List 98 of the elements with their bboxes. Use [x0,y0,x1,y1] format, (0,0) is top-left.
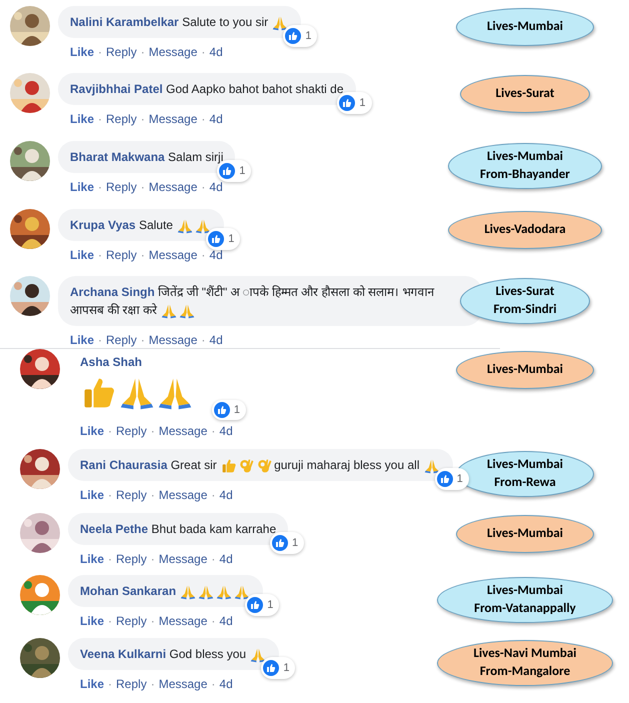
praying-hands-icon [195,218,212,234]
reaction-count[interactable]: 1 [434,468,469,490]
comment-author[interactable]: Krupa Vyas [70,218,139,232]
reply-link[interactable]: Reply [106,331,137,349]
annotation-text: From-Mangalore [480,663,570,681]
like-icon [214,402,230,418]
reaction-count[interactable]: 1 [212,400,246,420]
like-link[interactable]: Like [70,331,94,349]
praying-hands-icon [250,646,266,663]
praying-hands-icon [198,584,214,600]
comment-author[interactable]: Archana Singh [70,285,158,299]
separator-dot: · [201,111,206,128]
praying-hands-icon [272,14,288,31]
comment-author[interactable]: Neela Pethe [80,522,152,536]
comment-author[interactable]: Bharat Makwana [70,150,168,164]
praying-hands-icon [177,218,194,234]
like-icon [219,163,236,179]
separator-dot: · [98,332,102,349]
comment-author[interactable]: Nalini Karambelkar [70,15,182,29]
thumbs-up-icon [221,458,238,474]
comment-author[interactable]: Veena Kulkarni [80,647,170,661]
separator-dot: · [211,676,216,693]
annotation-text: From-Sindri [493,301,557,319]
separator-dot: · [140,111,145,128]
annotation-text: Lives-Mumbai [487,525,563,543]
reaction-count[interactable]: 1 [283,25,318,47]
reaction-count[interactable]: 1 [206,228,240,250]
annotation-text: From-Rewa [494,474,556,492]
annotation-text: Lives-Mumbai [487,148,563,166]
comment-time[interactable]: 4d [209,331,223,349]
separator-dot: · [140,179,145,196]
separator-dot: · [108,676,112,693]
reaction-count[interactable]: 1 [337,92,372,114]
praying-hands-icon [180,584,196,600]
separator-dot: · [150,423,155,440]
reaction-count[interactable]: 1 [270,532,304,554]
separator-dot: · [150,613,155,630]
separator-dot: · [98,179,102,196]
praying-hands-icon [161,302,178,319]
praying-hands-icon [424,458,440,474]
separator-dot: · [108,551,112,568]
annotation-text: Lives-Navi Mumbai [473,645,576,663]
annotation-text: From-Vatanappally [474,600,576,618]
reply-link[interactable]: Reply [116,422,147,440]
comment-author[interactable]: Rani Chaurasia [80,458,171,472]
annotation-text: Lives-Vadodara [484,221,566,239]
separator-dot: · [150,487,155,504]
annotation-text: Lives-Surat [496,283,554,301]
annotation-text: Lives-Surat [496,85,554,103]
separator-dot: · [201,247,206,264]
comment-author[interactable]: Ravjibhhai Patel [70,82,166,96]
like-link[interactable]: Like [80,422,104,440]
ok-hand-icon [257,458,274,474]
separator-dot: · [98,111,102,128]
like-icon [339,95,356,111]
separator-dot: · [98,247,102,264]
separator-dot: · [150,551,155,568]
annotation-text: Lives-Mumbai [487,361,563,379]
separator-dot: · [211,487,216,504]
praying-hands-icon [216,584,232,600]
separator-dot: · [211,551,216,568]
reaction-count[interactable]: 1 [261,657,296,679]
separator-dot: · [98,44,102,61]
separator-dot: · [201,179,206,196]
like-icon [208,231,224,247]
separator-dot: · [108,487,112,504]
annotation-text: Lives-Mumbai [487,18,563,36]
like-icon [436,471,453,487]
separator-dot: · [140,332,145,349]
comment-time[interactable]: 4d [219,422,233,440]
separator-dot: · [211,423,216,440]
like-link[interactable]: Like [80,612,104,630]
ok-hand-icon [239,458,256,474]
comment-author[interactable]: Asha Shah [80,353,233,371]
separator-dot: · [108,613,112,630]
separator-dot: · [140,44,145,61]
reaction-count[interactable]: 1 [245,594,280,616]
reply-link[interactable]: Reply [116,612,147,630]
comment-author[interactable]: Mohan Sankaran [80,584,180,598]
separator-dot: · [201,44,206,61]
separator-dot: · [150,676,155,693]
praying-hands-icon [234,584,250,600]
like-icon [272,535,288,551]
annotation-text: Lives-Mumbai [487,582,563,600]
like-icon [263,660,280,676]
message-link[interactable]: Message [158,612,208,630]
praying-hands-icon [179,302,196,319]
like-icon [285,28,302,44]
like-icon [247,597,264,613]
annotation-text: Lives-Mumbai [487,456,563,474]
separator-dot: · [211,613,216,630]
annotation-text: From-Bhayander [480,166,570,184]
separator-dot: · [201,332,206,349]
comment-time[interactable]: 4d [219,612,233,630]
message-link[interactable]: Message [158,422,208,440]
message-link[interactable]: Message [148,331,198,349]
separator-dot: · [140,247,145,264]
separator-dot: · [108,423,112,440]
